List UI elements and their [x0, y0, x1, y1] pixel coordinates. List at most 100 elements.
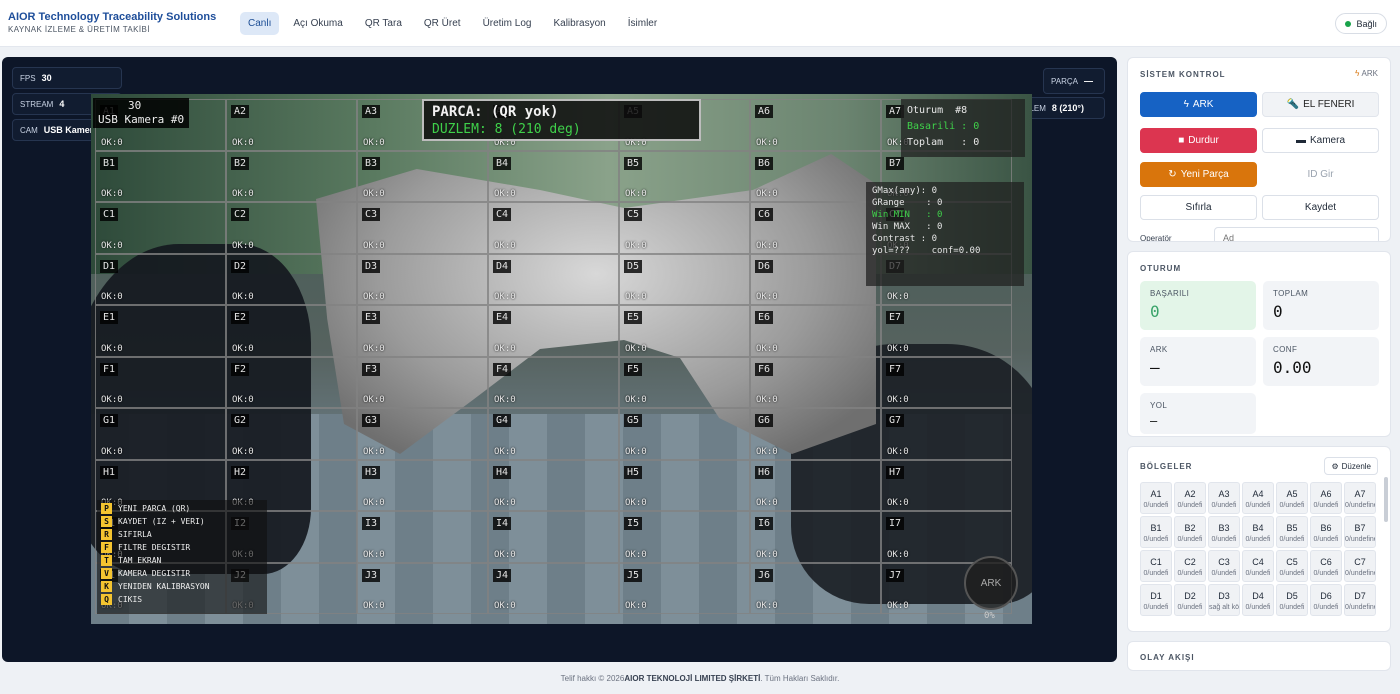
grid-cell-label: D5 — [624, 259, 643, 273]
reset-button[interactable]: Sıfırla — [1140, 195, 1257, 220]
grid-cell-label: H5 — [624, 465, 643, 479]
enter-id-button[interactable]: ID Gir — [1262, 162, 1379, 187]
nav-item-2[interactable]: QR Tara — [357, 12, 410, 35]
new-part-button[interactable]: ↻ Yeni Parça — [1140, 162, 1257, 187]
zone-name: D5 — [1286, 591, 1298, 601]
stop-button-label: Durdur — [1188, 135, 1219, 146]
stop-button[interactable]: ■ Durdur — [1140, 128, 1257, 153]
zone-item[interactable]: C6 0/undefi — [1310, 550, 1342, 582]
zone-item[interactable]: D5 0/undefi — [1276, 584, 1308, 616]
camera-button[interactable]: ▬ Kamera — [1262, 128, 1379, 153]
edit-zones-button[interactable]: ⚙ Düzenle — [1324, 457, 1378, 475]
zone-item[interactable]: C1 0/undefi — [1140, 550, 1172, 582]
flashlight-button[interactable]: 🔦 EL FENERI — [1262, 92, 1379, 117]
grid-cell-status: OK:0 — [625, 189, 647, 199]
system-control-panel: SİSTEM KONTROL ϟ ARK ϟ ARK 🔦 EL FENERI ■ Du… — [1127, 57, 1391, 242]
camera-icon: ▬ — [1295, 135, 1306, 146]
zone-item[interactable]: B5 0/undefi — [1276, 516, 1308, 548]
ark-overlay-button[interactable]: ARK — [964, 556, 1018, 610]
overlay-part-info: PARCA: (QR yok) DUZLEM: 8 (210 deg) — [422, 99, 701, 141]
zone-item[interactable]: D7 0/undefine — [1344, 584, 1376, 616]
main-nav: Canlı Açı Okuma QR Tara QR Üret Üretim Log Ka… — [240, 12, 665, 35]
grid-cell-label: B7 — [886, 156, 905, 170]
grid-cell-H6: H6 OK:0 — [750, 459, 881, 511]
zone-item[interactable]: D2 0/undefi — [1174, 584, 1206, 616]
zone-item[interactable]: A4 0/undefi — [1242, 482, 1274, 514]
zone-item[interactable]: D6 0/undefi — [1310, 584, 1342, 616]
ark-stat: ARK — — [1140, 337, 1256, 386]
zone-count: 0/undefi — [1211, 570, 1237, 577]
overlay-session-id: Oturum #8 — [907, 105, 968, 116]
footer-prefix: Telif hakkı © 2026 — [560, 674, 625, 683]
zone-name: B1 — [1150, 523, 1162, 533]
zone-item[interactable]: A1 0/undefi — [1140, 482, 1172, 514]
zone-item[interactable]: A3 0/undefi — [1208, 482, 1240, 514]
zone-name: B4 — [1252, 523, 1264, 533]
save-button-label: Kaydet — [1304, 202, 1337, 213]
grid-cell-label: B2 — [231, 156, 250, 170]
zone-item[interactable]: D3 sağ alt köşe — [1208, 584, 1240, 616]
flashlight-icon: 🔦 — [1286, 99, 1300, 110]
grid-cell-C3: C3 OK:0 — [357, 202, 488, 254]
grid-cell-status: OK:0 — [756, 240, 778, 251]
conf-value: 0.00 — [1273, 358, 1312, 377]
zone-item[interactable]: C3 0/undefi — [1208, 550, 1240, 582]
grid-cell-status: OK:0 — [887, 292, 909, 302]
status-dot-icon — [1345, 20, 1352, 27]
zone-count: 0/undefi — [1177, 570, 1203, 577]
nav-item-1[interactable]: Açı Okuma — [285, 12, 350, 35]
nav-item-4[interactable]: Üretim Log — [475, 12, 540, 35]
overlay-metrics: GMax(any): 0 GRange : 0 Win MIN : 0 Win … — [866, 182, 1024, 286]
zone-item[interactable]: B1 0/undefi — [1140, 516, 1172, 548]
zone-item[interactable]: A6 0/undefi — [1310, 482, 1342, 514]
save-button[interactable]: Kaydet — [1262, 195, 1379, 220]
nav-item-5[interactable]: Kalibrasyon — [545, 12, 613, 35]
grid-cell-status: OK:0 — [887, 446, 909, 457]
operator-input[interactable] — [1214, 227, 1379, 241]
zones-scrollbar[interactable] — [1384, 477, 1388, 522]
grid-cell-status: OK:0 — [494, 240, 516, 251]
grid-cell-J4: J4 OK:0 — [488, 562, 619, 614]
yol-value: – — [1150, 414, 1158, 428]
shortcut-label: KAMERA DEGISTIR — [118, 569, 191, 578]
grid-cell-label: E6 — [755, 311, 774, 324]
zone-item[interactable]: B7 0/undefine — [1344, 516, 1376, 548]
zone-item[interactable]: B4 0/undefi — [1242, 516, 1274, 548]
grid-cell-status: OK:0 — [363, 137, 385, 148]
nav-item-3[interactable]: QR Üret — [416, 12, 469, 35]
grid-cell-status: OK:0 — [363, 549, 385, 560]
nav-item-0[interactable]: Canlı — [240, 12, 280, 35]
zone-count: 0/undefine — [1345, 536, 1376, 543]
zone-item[interactable]: A2 0/undefi — [1174, 482, 1206, 514]
zone-item[interactable]: C5 0/undefi — [1276, 550, 1308, 582]
grid-cell-C5: C5 OK:0 — [619, 202, 750, 254]
part-chip[interactable]: PARÇA — — [1043, 68, 1105, 94]
zone-count: 0/undefi — [1177, 536, 1203, 543]
zone-item[interactable]: C2 0/undefi — [1174, 550, 1206, 582]
zone-item[interactable]: D1 0/undefi — [1140, 584, 1172, 616]
ark-button[interactable]: ϟ ARK — [1140, 92, 1257, 117]
grid-cell-status: OK:0 — [232, 189, 254, 199]
zone-item[interactable]: A7 0/undefine — [1344, 482, 1376, 514]
shortcut-label: FILTRE DEGISTIR — [118, 543, 191, 552]
zone-count: 0/undefi — [1211, 502, 1237, 509]
shortcut-row: Q CIKIS — [101, 593, 263, 606]
grid-cell-label: E3 — [362, 311, 381, 324]
zone-item[interactable]: B3 0/undefi — [1208, 516, 1240, 548]
grid-cell-status: OK:0 — [887, 395, 909, 405]
grid-cell-label: I5 — [624, 517, 643, 530]
zone-item[interactable]: B2 0/undefi — [1174, 516, 1206, 548]
grid-cell-E6: E6 OK:0 — [750, 305, 881, 357]
nav-item-6[interactable]: İsimler — [620, 12, 665, 35]
grid-cell-status: OK:0 — [625, 601, 647, 611]
zone-item[interactable]: C4 0/undefi — [1242, 550, 1274, 582]
camera-feed[interactable]: A1OK:0A2OK:0A3OK:0A4OK:0A5OK:0A6OK:0A7OK… — [91, 94, 1032, 624]
zone-item[interactable]: B6 0/undefi — [1310, 516, 1342, 548]
zone-item[interactable]: C7 0/undefine — [1344, 550, 1376, 582]
zone-count: 0/undefi — [1313, 604, 1339, 611]
system-control-title: SİSTEM KONTROL — [1140, 70, 1226, 79]
grid-cell-status: OK:0 — [756, 601, 778, 611]
zone-item[interactable]: A5 0/undefi — [1276, 482, 1308, 514]
zone-item[interactable]: D4 0/undefi — [1242, 584, 1274, 616]
grid-cell-status: OK:0 — [363, 446, 385, 457]
